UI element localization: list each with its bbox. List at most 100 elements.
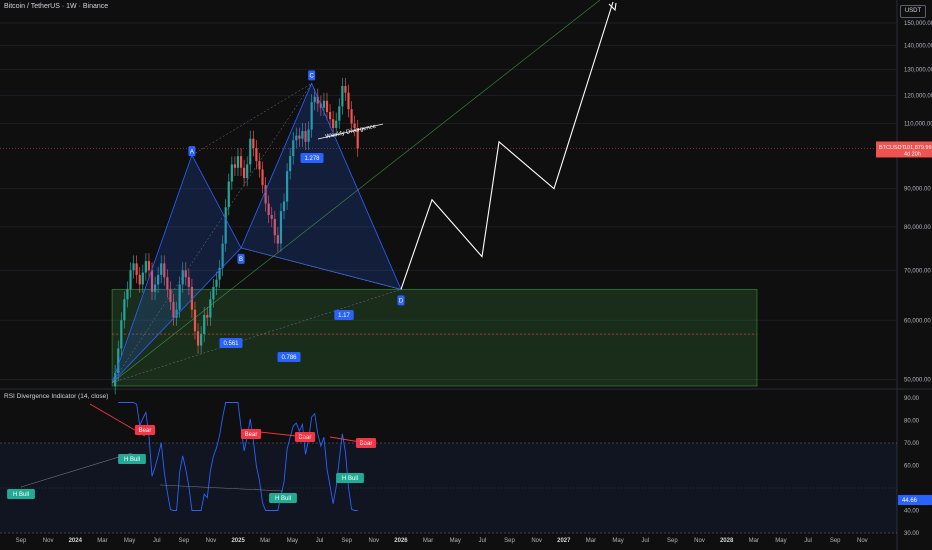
candle-body [249,138,252,165]
candle-body [200,334,203,346]
candle-body [126,289,129,300]
candle-body [135,263,138,275]
candle-body [239,156,243,168]
x-tick-label: Mar [586,538,596,544]
candle-body [120,320,123,349]
y-tick-label: 110,000.00 [904,122,932,128]
rsi-div-line [89,403,146,437]
x-tick-label: Jul [316,538,324,544]
y-tick-label: 150,000.00 [904,21,932,27]
x-tick-label: May [612,538,623,544]
y-tick-label: 60,000.00 [904,318,931,324]
candle-body [338,106,341,121]
x-tick-label: Jul [153,538,161,544]
y-tick-label: 120,000.00 [904,93,932,99]
x-tick-label: 2025 [231,538,245,544]
candle-body [255,148,258,162]
y-tick-label: 140,000.00 [904,43,932,49]
candle-body [230,164,233,182]
candle-body [236,156,240,168]
pattern-point-d: D [399,299,404,305]
x-tick-label: Jul [641,538,649,544]
demand-zone-box [111,288,758,387]
candle-body [252,138,255,149]
rsi-label: Bear [245,432,258,438]
candle-body [147,261,151,271]
rsi-tick-label: 40.00 [904,509,920,515]
x-tick-label: Sep [341,538,352,544]
y-tick-label: 70,000.00 [904,268,931,274]
y-tick-label: 130,000.00 [904,67,932,73]
candle-body [196,331,200,346]
x-tick-label: May [287,538,298,544]
x-tick-label: Sep [16,538,27,544]
ratio-label-xb: 0.561 [223,341,239,347]
candle-body [212,286,215,300]
last-price-value: 101,879.99 [904,145,932,151]
x-tick-label: Nov [206,538,217,544]
chart-title: Bitcoin / TetherUS · 1W · Binance [4,3,109,10]
candle-body [261,169,264,186]
x-tick-label: May [775,538,786,544]
candle-body [123,299,126,321]
candle-body [344,86,347,93]
rsi-value-text: 44.66 [902,498,918,504]
last-price-symbol: BTCUSDT [879,145,906,151]
rsi-tick-label: 70.00 [904,441,920,447]
candle-body [335,120,338,129]
x-tick-label: Nov [531,538,542,544]
x-tick-label: Mar [97,538,107,544]
currency-button[interactable]: USDT [900,5,926,18]
x-tick-label: Sep [178,538,189,544]
x-tick-label: Nov [368,538,379,544]
candle-body [193,309,197,332]
x-tick-label: Jul [804,538,812,544]
candle-body [322,100,326,108]
rsi-pane: BearBear BearBearH BullH BullH BullH Bull [0,402,897,534]
candle-body [246,164,249,179]
x-tick-label: May [124,538,135,544]
rsi-tick-label: 60.00 [904,464,920,470]
x-tick-label: May [450,538,461,544]
rsi-tick-label: 80.00 [904,419,920,425]
candle-body [138,274,141,285]
rsi-label: H Bull [342,476,358,482]
rsi-label: H Bull [13,492,29,498]
last-price-countdown: 4d 20h [904,151,921,157]
x-tick-label: Sep [667,538,678,544]
x-tick-label: 2027 [557,538,571,544]
candle-body [206,314,209,318]
rsi-label: H Bull [124,457,140,463]
candle-body [209,299,212,318]
rsi-label: H Bull [275,496,291,502]
candle-body [132,263,135,271]
chart-canvas[interactable]: ABCD0.5611.2781.170.786Weekly Divergence… [0,0,932,550]
candle-body [141,272,144,285]
pattern-point-b: B [239,257,243,263]
y-tick-label: 50,000.00 [904,377,931,383]
x-tick-label: Nov [694,538,705,544]
candle-body [350,109,353,124]
y-tick-label: 80,000.00 [904,225,931,231]
x-tick-label: 2028 [720,538,734,544]
candle-body [203,314,206,335]
x-tick-label: Sep [830,538,841,544]
pattern-point-a: A [190,149,194,155]
rsi-tick-label: 30.00 [904,531,920,537]
rsi-title: RSI Divergence Indicator (14, close) [4,393,109,400]
candle-body [129,270,132,290]
candle-body [227,181,230,208]
candle-body [341,86,344,107]
demand-zone [111,288,758,387]
candle-body [328,111,332,120]
candle-body [243,167,246,179]
x-tick-label: Nov [857,538,868,544]
x-tick-label: Sep [504,538,515,544]
x-tick-label: Mar [423,538,433,544]
x-tick-label: 2026 [394,538,408,544]
x-tick-label: Mar [260,538,270,544]
candle-body [144,261,147,273]
candle-body [258,161,261,170]
candle-body [332,119,335,129]
x-tick-label: Nov [43,538,54,544]
